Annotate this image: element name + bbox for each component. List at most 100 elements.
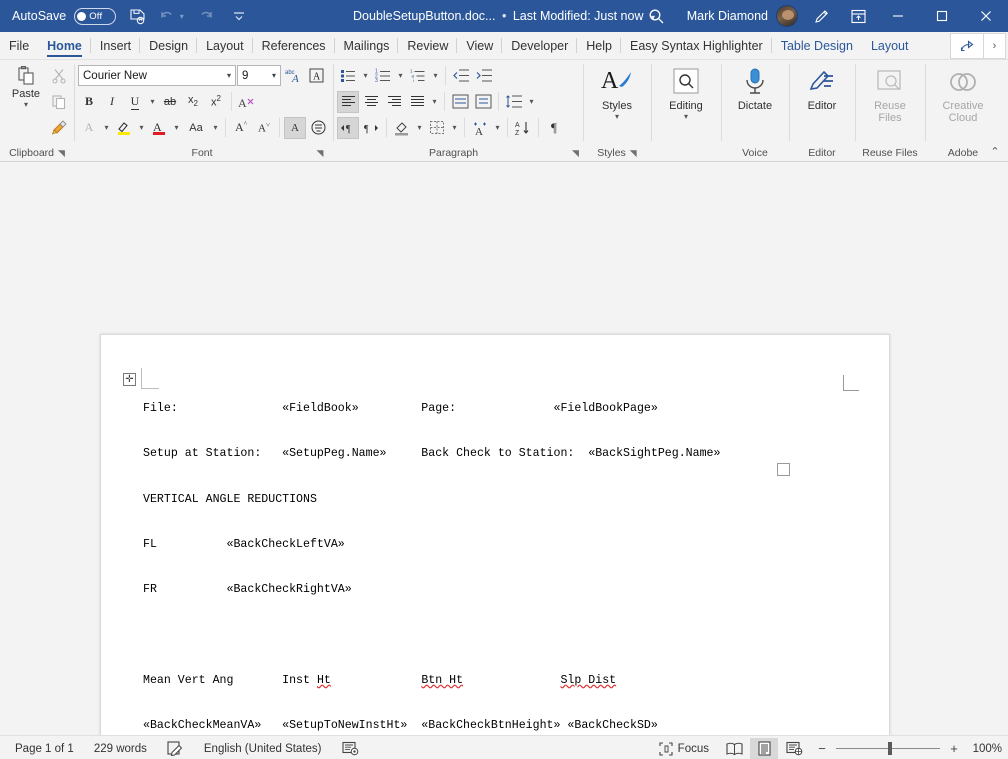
align-center-icon[interactable] bbox=[360, 91, 382, 113]
accessibility-checker-icon[interactable] bbox=[333, 738, 368, 759]
font-name-combobox[interactable]: Courier New ▾ bbox=[78, 65, 236, 86]
document-text[interactable]: File: «FieldBook» Page: «FieldBookPage» … bbox=[143, 371, 881, 735]
paste-button[interactable]: Paste ▾ bbox=[4, 63, 48, 109]
change-case-dropdown-caret[interactable]: ▾ bbox=[210, 123, 221, 132]
bold-icon[interactable]: B bbox=[78, 91, 100, 113]
zoom-level-label[interactable]: 100% bbox=[968, 743, 1002, 755]
cut-icon[interactable] bbox=[48, 65, 70, 87]
editing-dropdown-caret[interactable]: ▾ bbox=[680, 112, 691, 121]
tab-table-design[interactable]: Table Design bbox=[772, 32, 862, 59]
underline-dropdown-caret[interactable]: ▾ bbox=[147, 97, 158, 106]
tab-easy-syntax-highlighter[interactable]: Easy Syntax Highlighter bbox=[621, 32, 772, 59]
shading-icon[interactable] bbox=[391, 117, 413, 139]
tab-overflow-chevron-icon[interactable]: › bbox=[984, 33, 1006, 59]
paste-dropdown-caret[interactable]: ▾ bbox=[21, 100, 32, 109]
tab-table-layout[interactable]: Layout bbox=[862, 32, 918, 59]
zoom-slider[interactable] bbox=[836, 742, 940, 755]
maximize-icon[interactable] bbox=[920, 0, 964, 32]
focus-mode-button[interactable]: Focus bbox=[650, 738, 718, 759]
numbering-dropdown-caret[interactable]: ▾ bbox=[395, 71, 406, 80]
print-layout-icon[interactable] bbox=[750, 737, 778, 759]
tab-home[interactable]: Home bbox=[38, 32, 91, 59]
close-icon[interactable] bbox=[964, 0, 1008, 32]
tab-view[interactable]: View bbox=[457, 32, 503, 59]
avatar[interactable] bbox=[776, 5, 798, 27]
justify-dropdown-caret[interactable]: ▾ bbox=[429, 97, 440, 106]
word-count-status[interactable]: 229 words bbox=[85, 738, 156, 759]
page-number-status[interactable]: Page 1 of 1 bbox=[6, 738, 83, 759]
zoom-out-button[interactable]: − bbox=[816, 741, 828, 756]
document-page[interactable]: ✛ File: «FieldBook» Page: «FieldBookPage… bbox=[100, 334, 890, 735]
tab-help[interactable]: Help bbox=[577, 32, 621, 59]
line-spacing-dropdown-caret[interactable]: ▾ bbox=[526, 97, 537, 106]
borders-dropdown-caret[interactable]: ▾ bbox=[449, 123, 460, 132]
text-highlight-color-icon[interactable] bbox=[113, 117, 135, 139]
subscript-icon[interactable]: x2 bbox=[182, 91, 204, 113]
text-effects-icon[interactable]: A bbox=[78, 117, 100, 139]
editing-button[interactable]: Editing ▾ bbox=[661, 63, 711, 121]
table-move-handle-icon[interactable]: ✛ bbox=[123, 373, 136, 386]
undo-icon[interactable]: ▾ bbox=[158, 4, 184, 28]
save-icon[interactable] bbox=[124, 4, 150, 28]
share-icon[interactable] bbox=[950, 33, 984, 59]
tab-layout[interactable]: Layout bbox=[197, 32, 253, 59]
dialog-launcher-icon[interactable]: ◥ bbox=[572, 148, 579, 159]
document-title[interactable]: DoubleSetupButton.doc... • Last Modified… bbox=[353, 9, 655, 23]
font-color-icon[interactable]: A bbox=[148, 117, 170, 139]
increase-indent-icon[interactable] bbox=[473, 65, 495, 87]
styles-dropdown-caret[interactable]: ▾ bbox=[611, 112, 622, 121]
text-effects-dropdown-caret[interactable]: ▾ bbox=[101, 123, 112, 132]
search-icon[interactable] bbox=[637, 0, 677, 32]
tab-design[interactable]: Design bbox=[140, 32, 198, 59]
user-name-label[interactable]: Mark Diamond bbox=[677, 9, 776, 23]
collapse-ribbon-icon[interactable]: ⌃ bbox=[986, 143, 1004, 159]
phonetic-dropdown-caret[interactable]: ▾ bbox=[492, 123, 503, 132]
copy-icon[interactable] bbox=[48, 91, 70, 113]
sort-icon[interactable]: AZ bbox=[512, 117, 534, 139]
phonetic-guide-icon[interactable] bbox=[307, 117, 329, 139]
zoom-slider-thumb[interactable] bbox=[888, 742, 892, 755]
numbering-icon[interactable]: 123 bbox=[372, 65, 394, 87]
dialog-launcher-icon[interactable]: ◥ bbox=[317, 148, 324, 159]
clear-formatting-icon[interactable]: A bbox=[236, 91, 258, 113]
character-shading-icon[interactable]: A bbox=[284, 116, 306, 139]
superscript-icon[interactable]: x2 bbox=[205, 91, 227, 113]
styles-button[interactable]: A Styles ▾ bbox=[591, 63, 643, 121]
tab-references[interactable]: References bbox=[253, 32, 335, 59]
pen-icon[interactable] bbox=[804, 0, 840, 32]
minimize-icon[interactable] bbox=[876, 0, 920, 32]
line-spacing-icon[interactable] bbox=[503, 91, 525, 113]
font-color-dropdown-caret[interactable]: ▾ bbox=[171, 123, 182, 132]
read-mode-icon[interactable] bbox=[720, 738, 748, 759]
document-canvas[interactable]: ✛ File: «FieldBook» Page: «FieldBookPage… bbox=[0, 162, 1008, 735]
tab-insert[interactable]: Insert bbox=[91, 32, 141, 59]
grow-font-icon[interactable]: A^ bbox=[230, 117, 252, 139]
align-left-icon[interactable] bbox=[337, 90, 359, 113]
change-case-icon[interactable]: Aa bbox=[183, 117, 209, 139]
tab-developer[interactable]: Developer bbox=[502, 32, 578, 59]
language-status[interactable]: English (United States) bbox=[195, 738, 331, 759]
bullets-icon[interactable] bbox=[337, 65, 359, 87]
character-border-icon[interactable]: A bbox=[305, 65, 327, 87]
show-formatting-marks-icon[interactable]: ¶ bbox=[543, 117, 565, 139]
tab-mailings[interactable]: Mailings bbox=[335, 32, 399, 59]
customize-quick-access-icon[interactable] bbox=[226, 4, 252, 28]
underline-icon[interactable]: U bbox=[124, 91, 146, 113]
phonetic-guide-icon[interactable]: A bbox=[469, 117, 491, 139]
redo-icon[interactable] bbox=[192, 4, 218, 28]
decrease-indent-icon[interactable] bbox=[450, 65, 472, 87]
dialog-launcher-icon[interactable]: ◥ bbox=[58, 148, 65, 159]
creative-cloud-button[interactable]: Creative Cloud bbox=[935, 63, 991, 124]
shading-dropdown-caret[interactable]: ▾ bbox=[414, 123, 425, 132]
indent-icon[interactable] bbox=[472, 91, 494, 113]
ribbon-display-options-icon[interactable] bbox=[840, 0, 876, 32]
italic-icon[interactable]: I bbox=[101, 91, 123, 113]
justify-icon[interactable] bbox=[406, 91, 428, 113]
ltr-text-direction-icon[interactable]: ¶ bbox=[337, 116, 359, 139]
chevron-down-icon[interactable]: ▾ bbox=[227, 71, 231, 80]
multilevel-list-icon[interactable]: 1ai bbox=[407, 65, 429, 87]
web-layout-icon[interactable] bbox=[780, 738, 808, 759]
autosave-toggle[interactable]: Off bbox=[74, 7, 117, 25]
dictate-button[interactable]: Dictate bbox=[731, 63, 779, 112]
rtl-text-direction-icon[interactable]: ¶ bbox=[360, 117, 382, 139]
